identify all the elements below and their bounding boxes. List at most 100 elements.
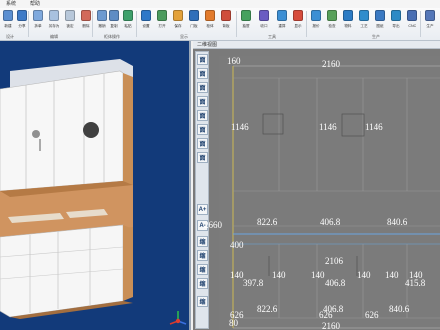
- drawing-tool-13[interactable]: 缩: [197, 278, 208, 289]
- dim-strip-5: 140: [385, 270, 399, 280]
- ribbon-icon-1: [17, 10, 27, 21]
- ribbon-button-14[interactable]: 背板: [220, 10, 232, 32]
- ribbon-button-5[interactable]: 删除: [80, 10, 92, 32]
- ribbon-button-15[interactable]: 抽屉: [240, 10, 252, 32]
- dim-bottom-w-left: 822.6: [257, 304, 278, 314]
- dim-bottom-w-mid: 406.8: [323, 304, 344, 314]
- ribbon-button-0[interactable]: 新建: [2, 10, 14, 32]
- dim-strip-2: 140: [272, 270, 286, 280]
- elevation-drawing[interactable]: 160 2160 1146 1146 1146 2660 822.6 406.8…: [204, 56, 440, 330]
- drawing-tool-8[interactable]: A+: [197, 204, 208, 215]
- ribbon-button-12[interactable]: 门板: [188, 10, 200, 32]
- ribbon-label-12: 门板: [190, 23, 198, 28]
- ribbon-toolbar: 新建 分享 拆单 另存为锁定 删除 撤销 复制 粘贴 设置 打开 保存门板 柜体 背板 抽屉收口 重算 显示报…: [0, 8, 440, 41]
- dim-mid-width: 2106: [325, 256, 343, 266]
- dim-w-left: 822.6: [257, 217, 278, 227]
- ribbon-label-5: 删除: [82, 23, 90, 28]
- ribbon-label-22: 工艺: [360, 23, 368, 28]
- ribbon-separator: [92, 11, 93, 37]
- ribbon-button-24[interactable]: 导出: [390, 10, 402, 32]
- ribbon-icon-20: [327, 10, 337, 21]
- ribbon-group-label: 柜体操作: [104, 34, 120, 39]
- drawing-tool-12[interactable]: 缩: [197, 264, 208, 275]
- ribbon-icon-22: [359, 10, 369, 21]
- ribbon-icon-25: [407, 10, 417, 21]
- ribbon-button-10[interactable]: 打开: [156, 10, 168, 32]
- menu-system[interactable]: 系统: [6, 0, 16, 8]
- dim-bottom-total: 2160: [322, 321, 340, 330]
- ribbon-icon-18: [293, 10, 303, 21]
- dim-strip-4: 140: [357, 270, 371, 280]
- drawing-tool-2[interactable]: 面: [197, 82, 208, 93]
- ribbon-label-25: CNC: [408, 23, 416, 28]
- ribbon-label-20: 检查: [328, 23, 336, 28]
- drawing-tool-1[interactable]: 面: [197, 68, 208, 79]
- drawing-toolbar: 面面面面面面面面 A+ A- 缩缩缩缩缩: [195, 51, 209, 329]
- ribbon-button-6[interactable]: 撤销: [96, 10, 108, 32]
- ribbon-icon-11: [173, 10, 183, 21]
- ribbon-button-26[interactable]: 生产: [424, 10, 436, 32]
- drawing-tool-11[interactable]: 缩: [197, 250, 208, 261]
- dim-upper-left: 1146: [231, 122, 249, 132]
- dim-upper-mid: 1146: [319, 122, 337, 132]
- ribbon-button-7[interactable]: 复制: [108, 10, 120, 32]
- axis-gizmo: [169, 311, 187, 325]
- drawing-tool-14[interactable]: 缩: [197, 296, 208, 307]
- ribbon-button-16[interactable]: 收口: [258, 10, 270, 32]
- ribbon-button-2[interactable]: 拆单: [32, 10, 44, 32]
- ribbon-button-8[interactable]: 粘贴: [122, 10, 134, 32]
- ribbon-button-1[interactable]: 分享: [16, 10, 28, 32]
- ribbon-button-25[interactable]: CNC: [406, 10, 418, 32]
- drawing-tool-6[interactable]: 面: [197, 138, 208, 149]
- ribbon-label-16: 收口: [260, 23, 268, 28]
- ribbon-label-26: 生产: [426, 23, 434, 28]
- ribbon-button-13[interactable]: 柜体: [204, 10, 216, 32]
- ribbon-button-18[interactable]: 显示: [292, 10, 304, 32]
- ribbon-label-7: 复制: [110, 23, 118, 28]
- dim-bottom-margin: 80: [229, 318, 238, 328]
- ribbon-icon-7: [109, 10, 119, 21]
- ribbon-icon-2: [33, 10, 43, 21]
- ribbon-label-4: 锁定: [66, 23, 74, 28]
- menu-help[interactable]: 帮助: [30, 0, 40, 8]
- ribbon-label-24: 导出: [392, 23, 400, 28]
- ribbon-button-17[interactable]: 重算: [276, 10, 288, 32]
- menu-bar: 系统 帮助: [0, 0, 440, 8]
- ribbon-label-2: 拆单: [34, 23, 42, 28]
- ribbon-button-23[interactable]: 图纸: [374, 10, 386, 32]
- drawing-tool-10[interactable]: 缩: [197, 236, 208, 247]
- ribbon-label-6: 撤销: [98, 23, 106, 28]
- ribbon-button-20[interactable]: 检查: [326, 10, 338, 32]
- dim-strip-1: 140: [230, 270, 244, 280]
- drawing-tool-5[interactable]: 面: [197, 124, 208, 135]
- ribbon-icon-24: [391, 10, 401, 21]
- dim-top-margin: 160: [227, 56, 241, 66]
- ribbon-icon-3: [49, 10, 59, 21]
- drawing-tool-4[interactable]: 面: [197, 110, 208, 121]
- dim-mid-height: 400: [230, 240, 244, 250]
- ribbon-icon-10: [157, 10, 167, 21]
- ribbon-group-label: 生产: [372, 34, 380, 39]
- ribbon-button-21[interactable]: 物料: [342, 10, 354, 32]
- ribbon-button-4[interactable]: 锁定: [64, 10, 76, 32]
- drawing-tool-0[interactable]: 面: [197, 54, 208, 65]
- ribbon-button-11[interactable]: 保存: [172, 10, 184, 32]
- ribbon-label-8: 粘贴: [124, 23, 132, 28]
- ribbon-label-9: 设置: [142, 23, 150, 28]
- ribbon-separator: [236, 11, 237, 37]
- 3d-viewport[interactable]: [0, 41, 191, 330]
- ribbon-group-label: 工具: [268, 34, 276, 39]
- ribbon-label-1: 分享: [18, 23, 26, 28]
- ribbon-label-13: 柜体: [206, 23, 214, 28]
- ribbon-button-22[interactable]: 工艺: [358, 10, 370, 32]
- pane-title: 二维视图: [193, 41, 440, 49]
- ribbon-icon-9: [141, 10, 151, 21]
- drawing-tool-3[interactable]: 面: [197, 96, 208, 107]
- drawing-tool-7[interactable]: 面: [197, 152, 208, 163]
- ribbon-label-19: 报价: [312, 23, 320, 28]
- ribbon-button-9[interactable]: 设置: [140, 10, 152, 32]
- ribbon-button-3[interactable]: 另存为: [48, 10, 60, 32]
- dim-top-total: 2160: [322, 59, 340, 69]
- ribbon-button-19[interactable]: 报价: [310, 10, 322, 32]
- ribbon-icon-23: [375, 10, 385, 21]
